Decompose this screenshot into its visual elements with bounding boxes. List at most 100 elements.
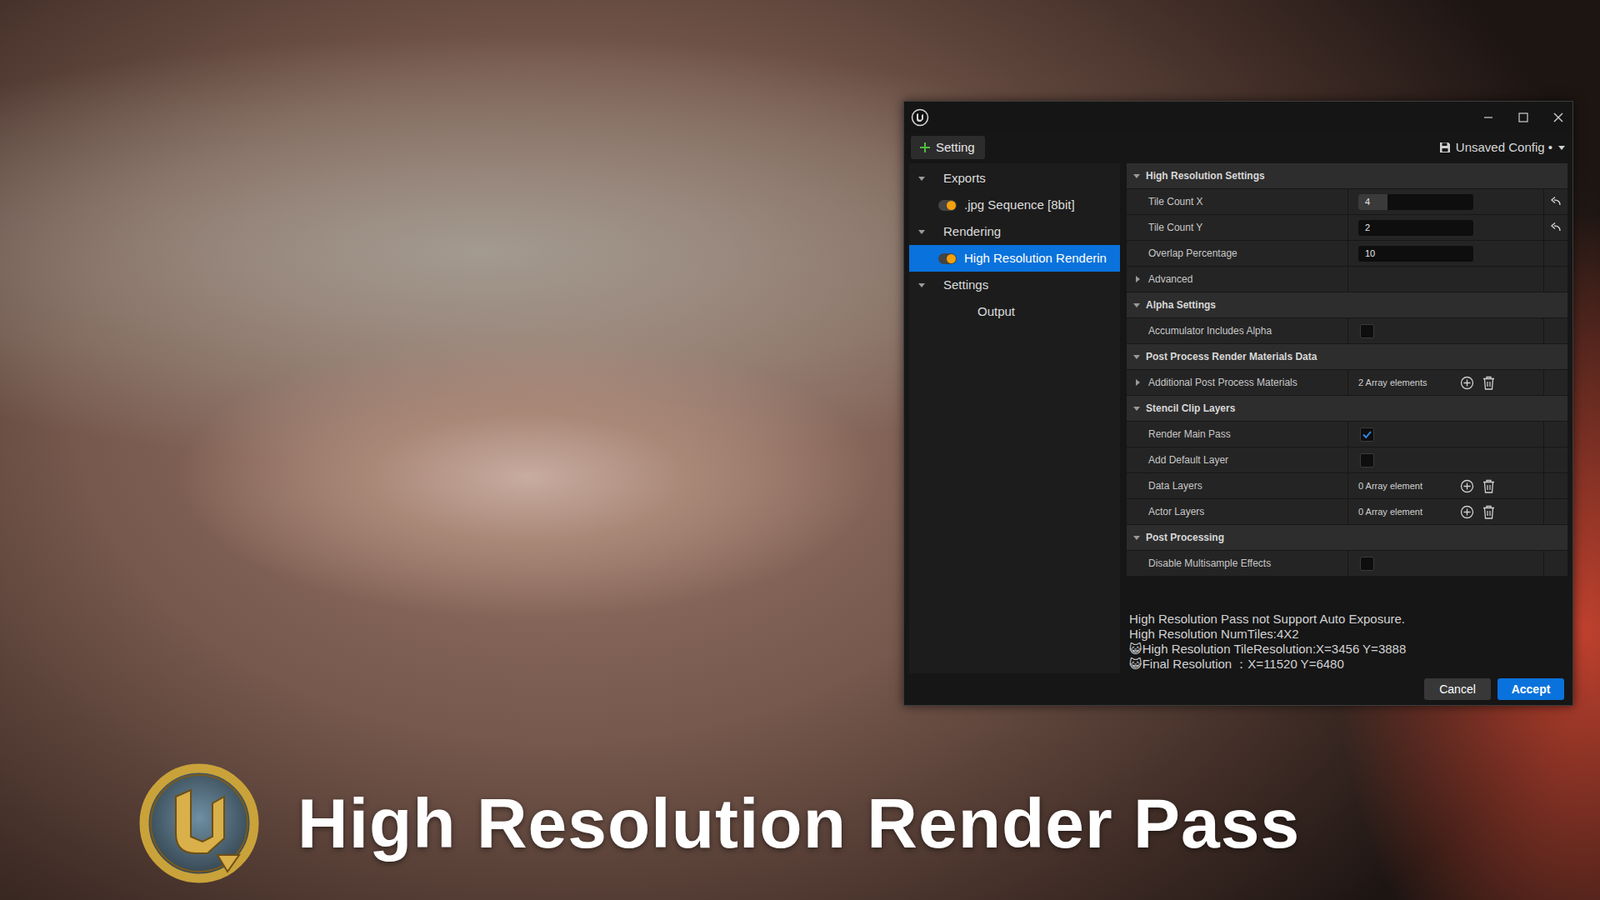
expanded-caret-icon[interactable] bbox=[915, 174, 928, 183]
property-row: Data Layers 0 Array element bbox=[1126, 473, 1568, 500]
property-row: Tile Count X 4 bbox=[1126, 189, 1568, 215]
section-header[interactable]: Post Process Render Materials Data bbox=[1126, 344, 1568, 370]
tree-item[interactable]: High Resolution Renderin bbox=[909, 245, 1120, 272]
toggle-knob bbox=[946, 200, 956, 210]
number-field[interactable]: 4 bbox=[1358, 194, 1474, 210]
property-row: Render Main Pass bbox=[1126, 421, 1568, 448]
property-label: Accumulator Includes Alpha bbox=[1148, 323, 1272, 339]
config-menu[interactable]: Unsaved Config • bbox=[1439, 138, 1566, 158]
reset-arrow-icon[interactable] bbox=[1550, 221, 1562, 234]
property-name: Advanced bbox=[1126, 266, 1349, 292]
property-name: Additional Post Process Materials bbox=[1126, 370, 1349, 395]
property-name: Tile Count Y bbox=[1126, 215, 1349, 240]
expanded-caret-icon[interactable] bbox=[915, 280, 928, 290]
settings-tree: Exports.jpg Sequence [8bit]RenderingHigh… bbox=[909, 163, 1120, 674]
trash-icon[interactable] bbox=[1482, 375, 1495, 390]
reset-cell bbox=[1544, 447, 1568, 473]
cancel-button[interactable]: Cancel bbox=[1424, 678, 1491, 700]
property-label: Render Main Pass bbox=[1148, 426, 1231, 442]
property-name: Accumulator Includes Alpha bbox=[1126, 318, 1349, 344]
add-element-icon[interactable] bbox=[1460, 479, 1475, 494]
toggle-knob bbox=[946, 254, 956, 264]
log-line: High Resolution NumTiles:4X2 bbox=[1129, 626, 1568, 642]
add-setting-label: Setting bbox=[935, 138, 975, 158]
number-slider-fill bbox=[1358, 194, 1388, 210]
tree-item[interactable]: Output bbox=[909, 298, 1120, 325]
array-count: 0 Array element bbox=[1358, 479, 1452, 494]
property-label: Tile Count X bbox=[1148, 194, 1204, 210]
checkbox[interactable] bbox=[1360, 556, 1375, 571]
reset-arrow-icon[interactable] bbox=[1550, 195, 1562, 208]
reset-cell bbox=[1544, 318, 1568, 344]
property-name: Overlap Percentage bbox=[1126, 240, 1349, 266]
property-value: 0 Array element bbox=[1348, 499, 1545, 525]
trash-icon[interactable] bbox=[1482, 479, 1495, 494]
close-icon[interactable] bbox=[1552, 111, 1565, 124]
reset-cell bbox=[1544, 240, 1568, 266]
toolbar: Setting Unsaved Config • bbox=[904, 133, 1573, 164]
accept-button[interactable]: Accept bbox=[1497, 678, 1565, 700]
enable-toggle[interactable] bbox=[938, 200, 957, 211]
collapsed-caret-icon[interactable] bbox=[1133, 378, 1142, 387]
property-label: Additional Post Process Materials bbox=[1148, 375, 1298, 390]
background-photo: Setting Unsaved Config • Exports.jpg Sequ… bbox=[0, 0, 1600, 900]
minimize-icon[interactable] bbox=[1482, 111, 1495, 124]
property-label: Disable Multisample Effects bbox=[1148, 555, 1271, 571]
property-row: Tile Count Y 2 bbox=[1126, 215, 1568, 241]
property-value bbox=[1348, 318, 1545, 344]
property-name: Disable Multisample Effects bbox=[1126, 550, 1349, 576]
property-label: Actor Layers bbox=[1148, 504, 1205, 520]
number-field[interactable]: 2 bbox=[1358, 220, 1474, 236]
collapsed-caret-icon[interactable] bbox=[1133, 275, 1142, 284]
add-setting-button[interactable]: Setting bbox=[910, 135, 985, 160]
property-name: Tile Count X bbox=[1126, 189, 1349, 215]
title-bar bbox=[904, 101, 1573, 134]
tree-group[interactable]: Rendering bbox=[909, 218, 1120, 245]
checkbox[interactable] bbox=[1360, 427, 1375, 442]
config-label: Unsaved Config • bbox=[1455, 138, 1553, 158]
property-row: Additional Post Process Materials 2 Array… bbox=[1126, 370, 1568, 396]
section-header[interactable]: Post Processing bbox=[1126, 525, 1568, 551]
property-label: Tile Count Y bbox=[1148, 220, 1203, 235]
trash-icon[interactable] bbox=[1482, 505, 1495, 520]
expanded-caret-icon[interactable] bbox=[915, 227, 928, 236]
expanded-caret-icon[interactable] bbox=[1132, 404, 1141, 413]
log-line: 😺Final Resolution ：X=11520 Y=6480 bbox=[1129, 656, 1568, 672]
tree-group[interactable]: Settings bbox=[909, 271, 1120, 299]
property-label: Add Default Layer bbox=[1148, 452, 1229, 468]
footer: Cancel Accept bbox=[904, 673, 1573, 705]
tree-item[interactable]: .jpg Sequence [8bit] bbox=[909, 191, 1120, 219]
property-value: 0 Array element bbox=[1348, 473, 1545, 499]
section-header[interactable]: Alpha Settings bbox=[1126, 292, 1568, 319]
array-count: 2 Array elements bbox=[1358, 375, 1452, 390]
render-settings-window: Setting Unsaved Config • Exports.jpg Sequ… bbox=[903, 100, 1574, 706]
reset-cell bbox=[1544, 189, 1568, 215]
property-row: Add Default Layer bbox=[1126, 447, 1568, 474]
expanded-caret-icon[interactable] bbox=[1132, 533, 1141, 542]
property-value: 2 Array elements bbox=[1348, 370, 1545, 395]
number-field[interactable]: 10 bbox=[1358, 245, 1474, 262]
enable-toggle[interactable] bbox=[938, 253, 957, 265]
reset-cell bbox=[1544, 499, 1568, 525]
property-label: Data Layers bbox=[1148, 478, 1203, 494]
property-row: Accumulator Includes Alpha bbox=[1126, 318, 1568, 345]
expanded-caret-icon[interactable] bbox=[1132, 352, 1141, 361]
property-name: Data Layers bbox=[1126, 473, 1349, 499]
property-value bbox=[1348, 421, 1545, 447]
expanded-caret-icon[interactable] bbox=[1132, 300, 1141, 310]
checkbox[interactable] bbox=[1360, 324, 1375, 339]
section-title: Stencil Clip Layers bbox=[1145, 400, 1235, 416]
property-name: Actor Layers bbox=[1126, 499, 1349, 525]
add-element-icon[interactable] bbox=[1460, 505, 1475, 520]
maximize-icon[interactable] bbox=[1517, 111, 1530, 124]
section-header[interactable]: Stencil Clip Layers bbox=[1126, 395, 1568, 422]
unreal-logo-icon bbox=[910, 108, 930, 127]
reset-cell bbox=[1544, 473, 1568, 499]
section-header[interactable]: High Resolution Settings bbox=[1126, 163, 1568, 190]
property-row: Advanced bbox=[1126, 266, 1568, 293]
checkbox[interactable] bbox=[1360, 453, 1375, 468]
add-element-icon[interactable] bbox=[1460, 375, 1475, 390]
property-value bbox=[1348, 550, 1545, 576]
tree-group[interactable]: Exports bbox=[909, 165, 1120, 192]
expanded-caret-icon[interactable] bbox=[1132, 171, 1141, 180]
